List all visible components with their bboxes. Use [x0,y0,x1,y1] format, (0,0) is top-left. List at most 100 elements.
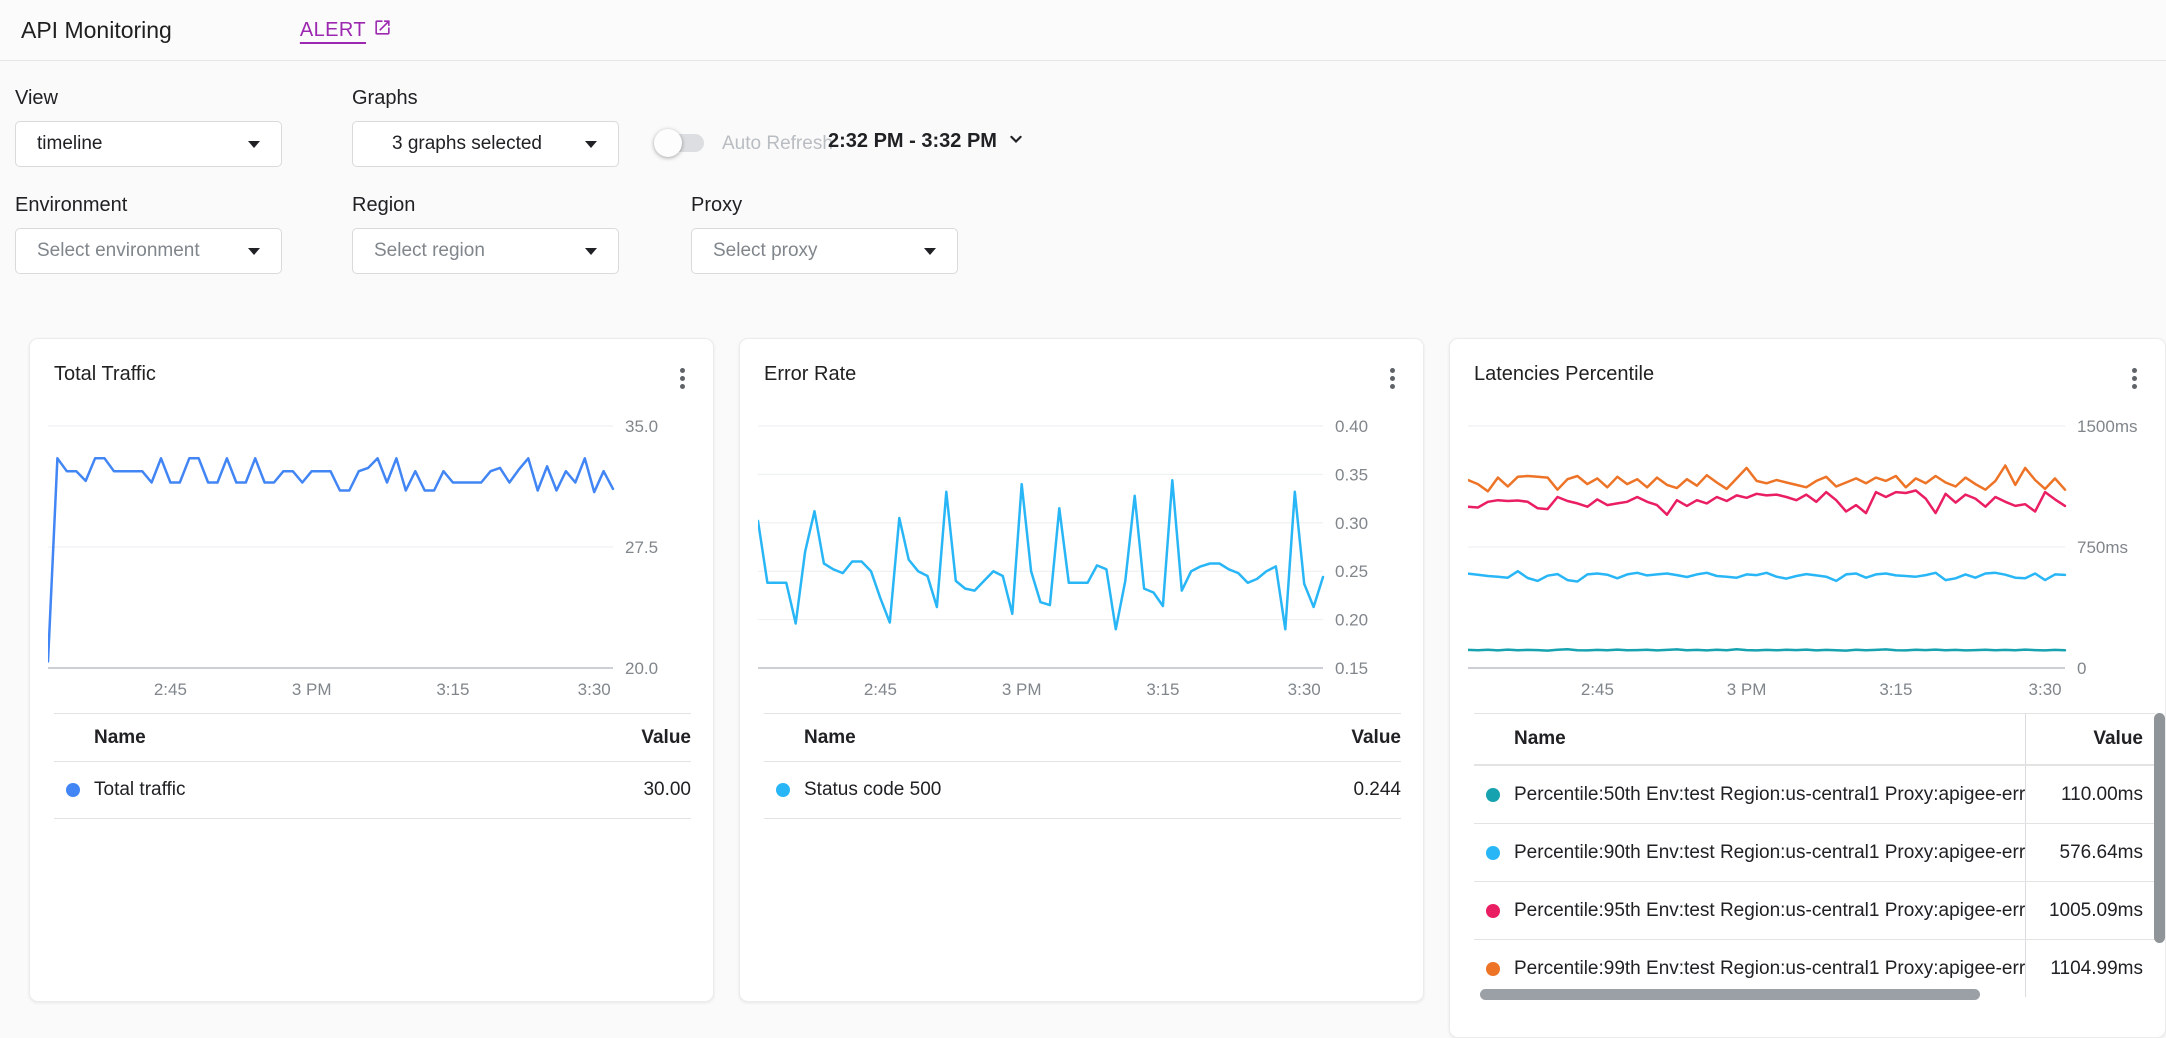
name-column-header: Name [94,727,146,749]
toggle-knob [654,129,682,157]
kebab-menu-button[interactable] [671,363,693,393]
svg-text:3 PM: 3 PM [292,680,332,698]
series-name: Total traffic [94,779,186,801]
vertical-scrollbar[interactable] [2154,713,2165,943]
region-placeholder: Select region [374,240,485,262]
legend-row: Percentile:95th Env:test Region:us-centr… [1474,881,2155,939]
series-color-dot [1486,846,1500,860]
name-column-header: Name [1514,728,1566,750]
value-column-header: Value [2026,728,2155,750]
value-column-header: Value [1351,727,1401,749]
svg-text:2:45: 2:45 [864,680,897,698]
auto-refresh-label: Auto Refresh [722,133,833,155]
svg-text:20.0: 20.0 [625,659,658,678]
svg-text:3:15: 3:15 [1146,680,1179,698]
proxy-select[interactable]: Select proxy [691,228,958,274]
svg-text:2:45: 2:45 [1581,680,1614,698]
alert-link[interactable]: ALERT [300,18,392,43]
svg-text:750ms: 750ms [2077,538,2128,557]
series-value: 576.64ms [2026,842,2155,864]
auto-refresh-toggle[interactable] [656,134,704,152]
legend-table: Name Value Total traffic 30.00 [54,713,691,819]
latencies-percentile-card: Latencies Percentile 1500ms 750ms 0 2:45 3 P… [1449,338,2166,1038]
svg-text:0.40: 0.40 [1335,418,1368,436]
series-value: 1104.99ms [2026,958,2155,980]
graphs-label: Graphs [352,87,418,110]
svg-text:3 PM: 3 PM [1727,680,1767,698]
environment-placeholder: Select environment [37,240,200,262]
total-traffic-card: Total Traffic 35.027.520.02:453 PM3:153:… [29,338,714,1002]
series-color-dot [1486,788,1500,802]
kebab-menu-button[interactable] [2123,363,2145,393]
svg-text:1500ms: 1500ms [2077,418,2137,436]
view-select-value: timeline [37,133,102,155]
svg-text:0.15: 0.15 [1335,659,1368,678]
total-traffic-chart[interactable]: 35.027.520.02:453 PM3:153:30 [48,418,693,698]
series-value: 0.244 [1353,779,1401,801]
value-column-header: Value [641,727,691,749]
horizontal-scrollbar[interactable] [1480,989,1980,1000]
legend-row: Percentile:90th Env:test Region:us-centr… [1474,823,2155,881]
svg-text:3:30: 3:30 [1288,680,1321,698]
svg-text:3:15: 3:15 [1879,680,1912,698]
graphs-select[interactable]: 3 graphs selected [352,121,619,167]
legend-row: Percentile:50th Env:test Region:us-centr… [1474,765,2155,823]
top-bar: API Monitoring ALERT [0,0,2166,61]
error-rate-card: Error Rate 0.40 0.35 0.30 0.25 0.20 0.15 2:45 3… [739,338,1424,1002]
legend-row: Status code 500 0.244 [764,762,1401,819]
view-select[interactable]: timeline [15,121,282,167]
svg-text:0: 0 [2077,659,2086,678]
time-range-value: 2:32 PM - 3:32 PM [828,130,997,153]
chevron-down-icon [1006,129,1026,154]
series-value: 110.00ms [2026,784,2155,806]
svg-text:3:15: 3:15 [436,680,469,698]
svg-text:2:45: 2:45 [154,680,187,698]
kebab-menu-button[interactable] [1381,363,1403,393]
caret-down-icon [585,248,597,255]
caret-down-icon [585,141,597,148]
environment-select[interactable]: Select environment [15,228,282,274]
series-name: Status code 500 [804,779,941,801]
card-title: Latencies Percentile [1474,363,1654,386]
series-name: Percentile:90th Env:test Region:us-centr… [1514,842,2025,864]
region-select[interactable]: Select region [352,228,619,274]
view-label: View [15,87,58,110]
caret-down-icon [248,248,260,255]
page-title: API Monitoring [21,17,172,44]
environment-label: Environment [15,194,127,217]
legend-table: Name Value Status code 500 0.244 [764,713,1401,819]
series-color-dot [776,783,790,797]
svg-text:0.35: 0.35 [1335,465,1368,484]
series-name: Percentile:95th Env:test Region:us-centr… [1514,900,2025,922]
card-title: Total Traffic [54,363,156,386]
svg-text:35.0: 35.0 [625,418,658,436]
card-title: Error Rate [764,363,856,386]
caret-down-icon [248,141,260,148]
series-name: Percentile:99th Env:test Region:us-centr… [1514,958,2025,980]
name-column-header: Name [804,727,856,749]
graphs-select-value: 3 graphs selected [392,133,542,155]
svg-text:27.5: 27.5 [625,538,658,557]
series-name: Percentile:50th Env:test Region:us-centr… [1514,784,2025,806]
series-color-dot [66,783,80,797]
proxy-label: Proxy [691,194,742,217]
proxy-placeholder: Select proxy [713,240,818,262]
svg-text:0.30: 0.30 [1335,514,1368,533]
time-range-selector[interactable]: 2:32 PM - 3:32 PM [828,129,1026,154]
series-color-dot [1486,962,1500,976]
caret-down-icon [924,248,936,255]
series-value: 1005.09ms [2026,900,2155,922]
latencies-chart[interactable]: 1500ms 750ms 0 2:45 3 PM 3:15 3:30 [1468,418,2145,698]
series-value: 30.00 [643,779,691,801]
region-label: Region [352,194,415,217]
svg-text:0.25: 0.25 [1335,562,1368,581]
series-color-dot [1486,904,1500,918]
alert-link-label: ALERT [300,19,366,42]
error-rate-chart[interactable]: 0.40 0.35 0.30 0.25 0.20 0.15 2:45 3 PM 3:15 3:30 [758,418,1403,698]
external-link-icon [373,18,392,43]
svg-text:0.20: 0.20 [1335,611,1368,630]
svg-text:3:30: 3:30 [2029,680,2062,698]
svg-text:3 PM: 3 PM [1002,680,1042,698]
legend-table: Name Value Percentile:50th Env:test Regi… [1474,713,2155,997]
legend-row: Total traffic 30.00 [54,762,691,819]
